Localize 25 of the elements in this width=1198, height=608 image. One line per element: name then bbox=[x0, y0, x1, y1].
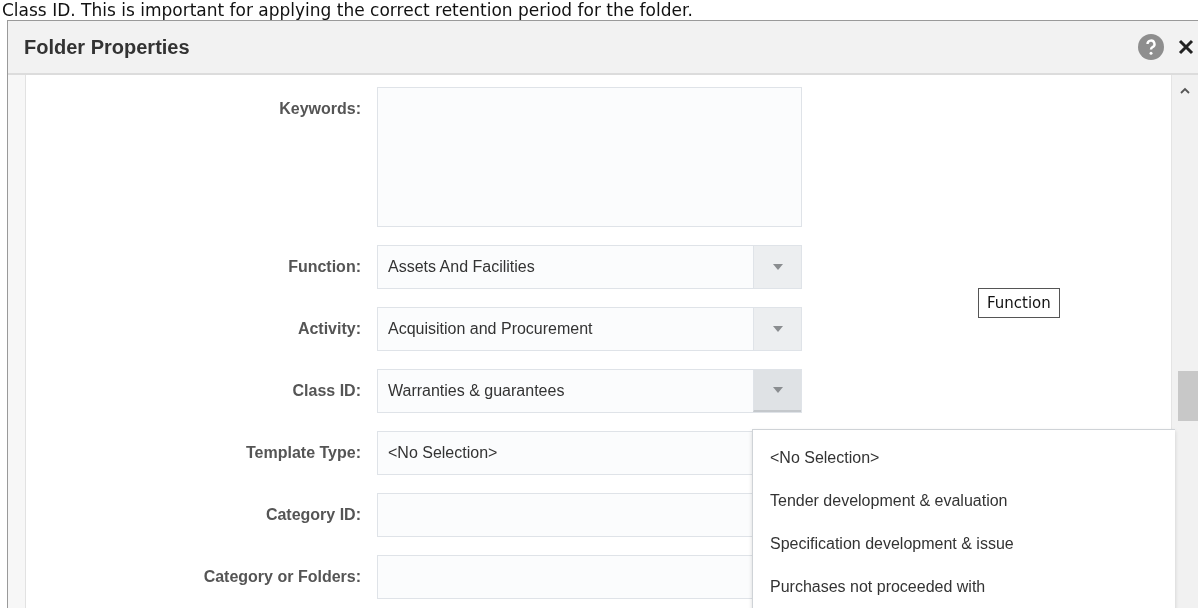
tooltip: Function bbox=[978, 288, 1060, 318]
caret-icon bbox=[772, 264, 783, 270]
field-label: Template Type: bbox=[245, 443, 362, 463]
dropdown-option[interactable]: Specification development & issue bbox=[753, 522, 1175, 565]
caret-icon bbox=[772, 326, 783, 332]
instruction-text: Class ID. This is important for applying the correct retention period for the folder. bbox=[1, 0, 694, 20]
field-label: Class ID: bbox=[291, 381, 362, 401]
field-label: Activity: bbox=[296, 319, 362, 339]
dropdown-option[interactable]: Tender development & evaluation bbox=[753, 479, 1175, 522]
dropdown-field[interactable]: Warranties & guarantees bbox=[377, 369, 802, 413]
caret-icon bbox=[772, 387, 783, 393]
dropdown-option[interactable]: Purchases not proceeded with bbox=[753, 565, 1175, 608]
scrollbar[interactable] bbox=[1171, 75, 1198, 608]
scrollbar-thumb[interactable] bbox=[1178, 371, 1198, 421]
dropdown-field[interactable]: Acquisition and Procurement bbox=[377, 307, 802, 351]
field-label: Category ID: bbox=[264, 505, 362, 525]
dropdown-field[interactable]: Assets And Facilities bbox=[377, 245, 802, 289]
dialog-title: Folder Properties bbox=[24, 35, 191, 59]
field-label: Category or Folders: bbox=[202, 567, 362, 587]
scroll-up-icon[interactable] bbox=[1180, 87, 1190, 94]
help-icon[interactable] bbox=[1138, 34, 1164, 60]
keywords-field[interactable] bbox=[377, 87, 802, 227]
close-icon[interactable] bbox=[1178, 39, 1194, 55]
field-label: Function: bbox=[287, 257, 362, 277]
field-label: Keywords: bbox=[278, 99, 362, 119]
